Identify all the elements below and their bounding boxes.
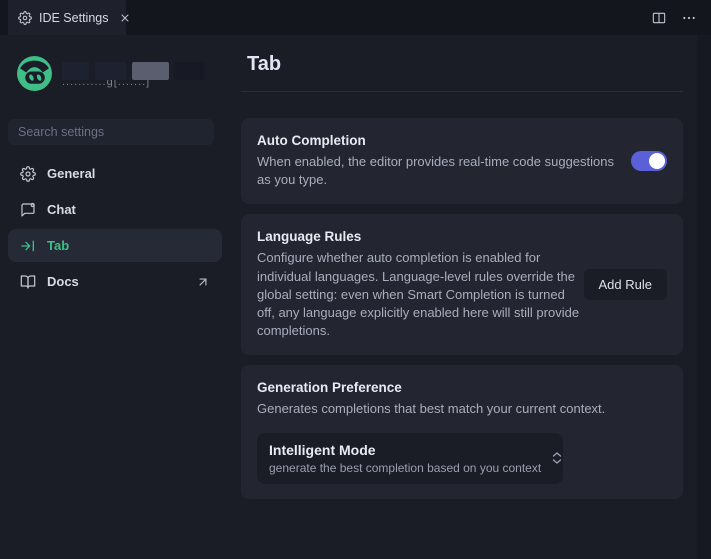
auto-completion-toggle[interactable] bbox=[631, 151, 667, 171]
book-icon bbox=[20, 274, 36, 290]
section-description: Generates completions that best match yo… bbox=[257, 400, 667, 418]
section-description: When enabled, the editor provides real-t… bbox=[257, 153, 631, 189]
sidebar-item-label: General bbox=[47, 166, 95, 181]
sidebar-item-docs[interactable]: Docs bbox=[8, 265, 222, 298]
redaction-block bbox=[62, 62, 89, 80]
section-description: Configure whether auto completion is ena… bbox=[257, 249, 584, 340]
auto-completion-text: Auto Completion When enabled, the editor… bbox=[257, 133, 631, 189]
sidebar-item-label: Tab bbox=[47, 238, 69, 253]
sidebar-item-chat[interactable]: Chat bbox=[8, 193, 222, 226]
sidebar-item-label: Chat bbox=[47, 202, 76, 217]
gear-icon bbox=[18, 11, 32, 25]
external-link-icon bbox=[196, 275, 210, 289]
chat-icon bbox=[20, 202, 36, 218]
tab-arrow-icon bbox=[20, 238, 36, 254]
window-actions bbox=[651, 0, 697, 35]
select-text: Intelligent Mode generate the best compl… bbox=[269, 442, 541, 475]
title-divider bbox=[241, 91, 683, 92]
select-hint: generate the best completion based on yo… bbox=[269, 461, 541, 475]
editor-tab-bar: IDE Settings bbox=[0, 0, 711, 35]
settings-nav: General Chat Tab Docs bbox=[8, 157, 222, 301]
search-settings-input[interactable] bbox=[8, 119, 214, 145]
avatar bbox=[16, 55, 53, 92]
close-icon[interactable] bbox=[119, 12, 131, 24]
settings-sidebar: ...........g[.......] General Chat Tab bbox=[0, 35, 230, 559]
section-title: Generation Preference bbox=[257, 380, 667, 395]
redaction-block bbox=[174, 62, 205, 80]
username-redacted: ...........g[.......] bbox=[62, 62, 202, 86]
card-auto-completion: Auto Completion When enabled, the editor… bbox=[241, 118, 683, 204]
settings-main-panel: Tab Auto Completion When enabled, the ed… bbox=[230, 35, 697, 559]
section-title: Language Rules bbox=[257, 229, 584, 244]
sidebar-item-tab[interactable]: Tab bbox=[8, 229, 222, 262]
card-generation-preference: Generation Preference Generates completi… bbox=[241, 365, 683, 498]
add-rule-button[interactable]: Add Rule bbox=[584, 269, 667, 300]
language-rules-text: Language Rules Configure whether auto co… bbox=[257, 229, 584, 340]
redaction-block bbox=[95, 62, 126, 80]
toggle-knob bbox=[649, 153, 665, 169]
tab-label: IDE Settings bbox=[39, 11, 108, 25]
generation-mode-select[interactable]: Intelligent Mode generate the best compl… bbox=[257, 433, 563, 484]
right-gutter bbox=[697, 35, 711, 559]
redaction-block bbox=[132, 62, 169, 80]
section-title: Auto Completion bbox=[257, 133, 631, 148]
gear-icon bbox=[20, 166, 36, 182]
page-title: Tab bbox=[247, 53, 683, 76]
split-editor-icon[interactable] bbox=[651, 10, 667, 26]
card-language-rules: Language Rules Configure whether auto co… bbox=[241, 214, 683, 355]
sidebar-item-general[interactable]: General bbox=[8, 157, 222, 190]
sidebar-item-label: Docs bbox=[47, 274, 79, 289]
select-value: Intelligent Mode bbox=[269, 442, 541, 458]
user-profile: ...........g[.......] bbox=[16, 55, 202, 92]
more-actions-icon[interactable] bbox=[681, 10, 697, 26]
tab-ide-settings[interactable]: IDE Settings bbox=[8, 0, 126, 35]
chevron-up-down-icon bbox=[549, 450, 565, 466]
